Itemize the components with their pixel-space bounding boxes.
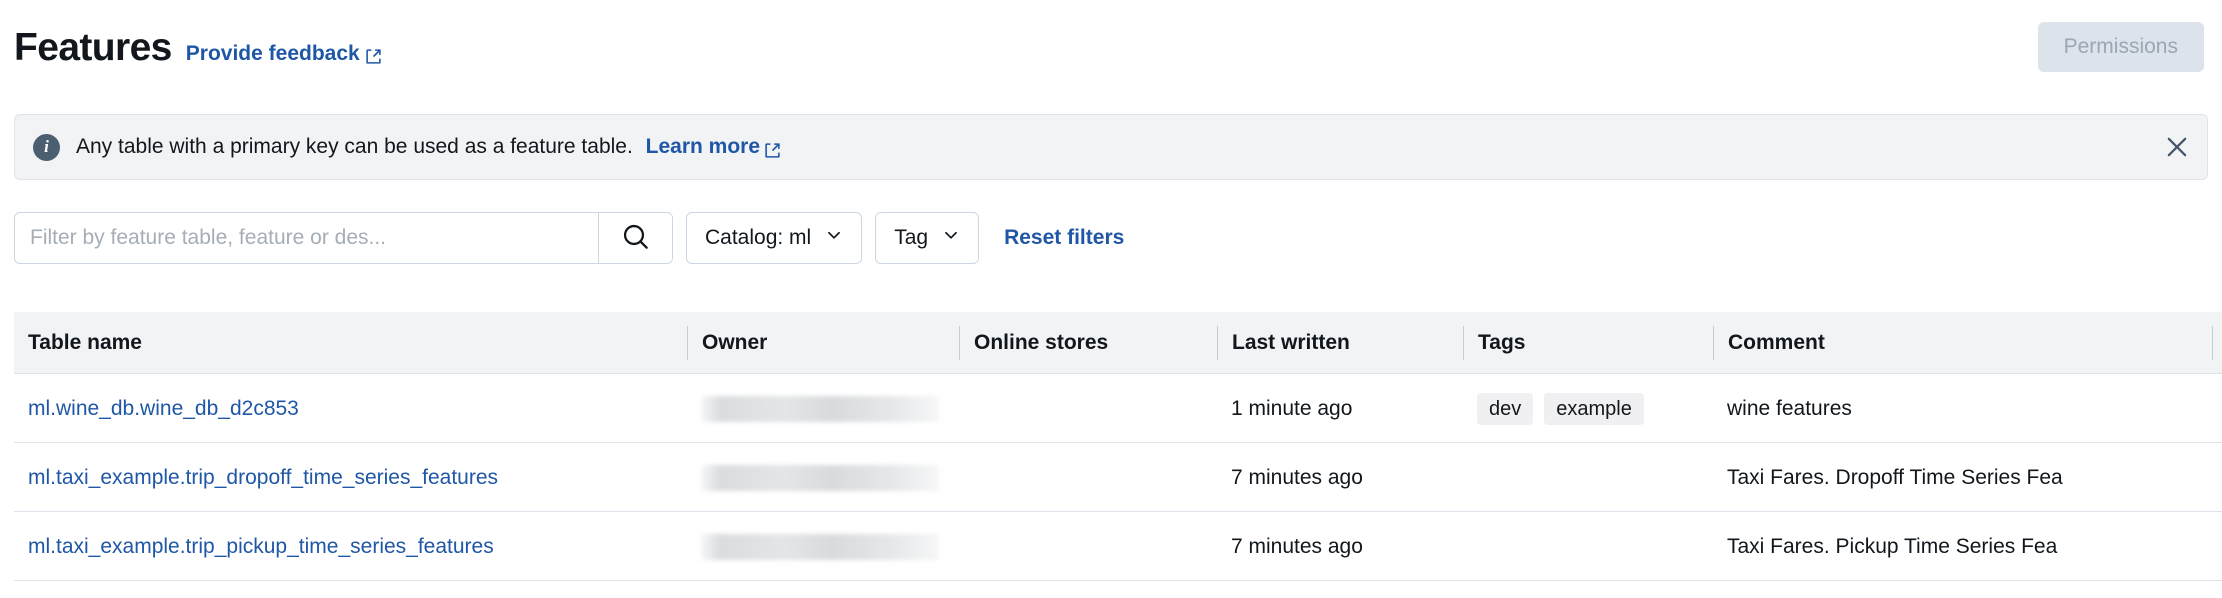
tag-badge[interactable]: example bbox=[1544, 393, 1644, 425]
info-banner-text: Any table with a primary key can be used… bbox=[76, 135, 781, 159]
provide-feedback-link[interactable]: Provide feedback bbox=[186, 42, 382, 66]
cell-tags bbox=[1463, 443, 1713, 512]
cell-comment: Taxi Fares. Pickup Time Series Fea bbox=[1713, 512, 2222, 581]
column-header-comment[interactable]: Comment bbox=[1713, 326, 2222, 360]
column-header-tags[interactable]: Tags bbox=[1463, 326, 1713, 360]
catalog-filter-dropdown[interactable]: Catalog: ml bbox=[686, 212, 862, 264]
cell-online-stores bbox=[959, 512, 1217, 581]
external-link-icon bbox=[365, 47, 382, 64]
external-link-icon bbox=[764, 141, 781, 158]
cell-table-name: ml.taxi_example.trip_dropoff_time_series… bbox=[14, 443, 687, 512]
cell-tags bbox=[1463, 512, 1713, 581]
provide-feedback-label: Provide feedback bbox=[186, 42, 360, 66]
column-header-table-name[interactable]: Table name bbox=[14, 326, 687, 360]
column-divider-trailing bbox=[2212, 326, 2213, 360]
filter-bar: Catalog: ml Tag Reset filters bbox=[14, 212, 1124, 264]
chevron-down-icon bbox=[825, 226, 843, 250]
cell-last-written: 1 minute ago bbox=[1217, 374, 1463, 443]
cell-comment: wine features bbox=[1713, 374, 2222, 443]
info-banner: i Any table with a primary key can be us… bbox=[14, 114, 2208, 180]
search-box bbox=[14, 212, 673, 264]
tag-filter-dropdown[interactable]: Tag bbox=[875, 212, 979, 264]
tag-badge[interactable]: dev bbox=[1477, 393, 1533, 425]
cell-last-written: 7 minutes ago bbox=[1217, 512, 1463, 581]
owner-redacted bbox=[701, 534, 939, 560]
cell-online-stores bbox=[959, 374, 1217, 443]
cell-owner bbox=[687, 374, 959, 443]
feature-table-link[interactable]: ml.taxi_example.trip_dropoff_time_series… bbox=[28, 466, 498, 490]
cell-owner bbox=[687, 512, 959, 581]
tag-filter-label: Tag bbox=[894, 226, 928, 250]
cell-table-name: ml.taxi_example.trip_pickup_time_series_… bbox=[14, 512, 687, 581]
title-group: Features Provide feedback bbox=[14, 28, 382, 67]
owner-redacted bbox=[701, 396, 939, 422]
page-title: Features bbox=[14, 28, 172, 67]
learn-more-link[interactable]: Learn more bbox=[646, 135, 781, 159]
feature-table-link[interactable]: ml.taxi_example.trip_pickup_time_series_… bbox=[28, 535, 494, 559]
chevron-down-icon bbox=[942, 226, 960, 250]
table-row[interactable]: ml.wine_db.wine_db_d2c853 1 minute ago d… bbox=[14, 374, 2222, 443]
column-header-last-written[interactable]: Last written bbox=[1217, 326, 1463, 360]
feature-table-link[interactable]: ml.wine_db.wine_db_d2c853 bbox=[28, 397, 299, 421]
cell-online-stores bbox=[959, 443, 1217, 512]
search-input[interactable] bbox=[15, 213, 598, 263]
info-icon: i bbox=[33, 134, 60, 161]
catalog-filter-label: Catalog: ml bbox=[705, 226, 811, 250]
page-header: Features Provide feedback Permissions bbox=[0, 0, 2222, 94]
learn-more-label: Learn more bbox=[646, 135, 760, 159]
cell-tags: dev example bbox=[1463, 374, 1713, 443]
feature-table: Table name Owner Online stores Last writ… bbox=[14, 312, 2222, 598]
search-icon bbox=[620, 221, 652, 256]
reset-filters-link[interactable]: Reset filters bbox=[1004, 226, 1124, 250]
cell-table-name: ml.wine_db.wine_db_d2c853 bbox=[14, 374, 687, 443]
column-header-owner[interactable]: Owner bbox=[687, 326, 959, 360]
cell-comment: Taxi Fares. Dropoff Time Series Fea bbox=[1713, 443, 2222, 512]
info-banner-message: Any table with a primary key can be used… bbox=[76, 135, 633, 158]
column-header-online-stores[interactable]: Online stores bbox=[959, 326, 1217, 360]
table-row[interactable]: ml.taxi_example.trip_dropoff_time_series… bbox=[14, 443, 2222, 512]
table-row[interactable]: ml.taxi_example.trip_pickup_time_series_… bbox=[14, 512, 2222, 581]
table-header-row: Table name Owner Online stores Last writ… bbox=[14, 312, 2222, 374]
cell-last-written: 7 minutes ago bbox=[1217, 443, 1463, 512]
permissions-button[interactable]: Permissions bbox=[2038, 22, 2204, 72]
owner-redacted bbox=[701, 465, 939, 491]
cell-owner bbox=[687, 443, 959, 512]
search-button[interactable] bbox=[598, 213, 672, 263]
close-icon[interactable] bbox=[2163, 133, 2191, 161]
